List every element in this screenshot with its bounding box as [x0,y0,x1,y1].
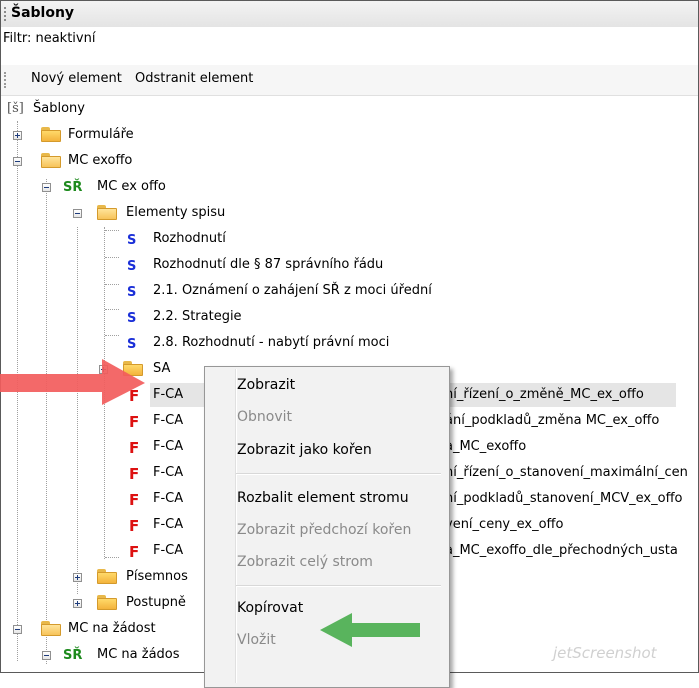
f-form-icon: F [129,465,140,483]
filter-status: Filtr: neaktivní [3,31,96,46]
tree-label: F-CA [153,465,184,480]
red-arrow-shape [0,359,145,405]
tree-label-suffix: ní_řízení_o_změně_MC_ex_offo [442,383,647,407]
tree-label-suffix: vení_ceny_ex_offo [445,517,564,532]
tree-label: F-CA [153,517,184,532]
collapse-icon[interactable] [42,183,51,192]
tree-label-suffix: ní_podkladů_stanovení_MCV_ex_offo [445,491,683,506]
tree-label: 2.1. Oznámení o zahájení SŘ z moci úředn… [153,283,432,298]
tree-node-s-item[interactable]: S 2.8. Rozhodnutí - nabytí právní moci [1,331,601,355]
s-document-icon: S [127,233,137,248]
menu-item-kopirovat[interactable]: Kopírovat [237,600,303,616]
titlebar-grip[interactable] [4,7,8,21]
tree-label: Postupně [126,595,186,610]
tree-label: Písemnos [126,569,188,584]
f-form-icon: F [129,439,140,457]
tree-label: F-CA [153,491,184,506]
tree-node-s-item[interactable]: S Rozhodnutí [1,227,601,251]
remove-element-button[interactable]: Odstranit element [135,71,253,86]
s-document-icon: S [127,311,137,326]
tree-node-mc-exoffo[interactable]: MC exoffo [1,149,301,173]
watermark: jetScreenshot [553,644,657,662]
menu-item-cely-strom[interactable]: Zobrazit celý strom [237,554,373,570]
s-document-icon: S [127,337,137,352]
tree-label: 2.8. Rozhodnutí - nabytí právní moci [153,335,390,350]
red-arrow-annotation [0,359,145,405]
tree-label-suffix: a_MC_exoffo_dle_přechodných_usta [445,543,678,558]
sr-procedure-icon: SŘ [63,648,83,663]
tree-label-suffix: ání_podkladů_změna MC_ex_offo [445,413,660,428]
tree-label: SA [153,361,171,376]
tree-label: Rozhodnutí dle § 87 správního řádu [153,257,384,272]
f-form-icon: F [129,413,140,431]
tree-label: F-CA [153,543,184,558]
folder-icon [97,595,117,610]
sr-procedure-icon: SŘ [63,180,83,195]
green-arrow-annotation [320,613,420,647]
menu-separator [236,473,441,475]
menu-item-predchozi-koren[interactable]: Zobrazit předchozí kořen [237,522,411,538]
tree-label: MC exoffo [68,153,133,168]
menu-item-obnovit[interactable]: Obnovit [237,409,292,425]
expand-icon[interactable] [73,573,82,582]
f-form-icon: F [129,543,140,561]
panel-titlebar: Šablony [1,1,698,28]
menu-item-zobrazit-jako-koren[interactable]: Zobrazit jako kořen [237,442,372,458]
folder-open-icon [41,621,61,636]
new-element-button[interactable]: Nový element [31,71,122,86]
expand-icon[interactable] [73,599,82,608]
templates-root-icon: [š] [7,101,24,116]
toolbar: Nový element Odstranit element [1,65,698,96]
tree-label: F-CA [153,413,184,428]
tree-label-suffix: ní_řízení_o_stanovení_maximální_cen [445,465,688,480]
tree-node-s-item[interactable]: S 2.2. Strategie [1,305,601,329]
s-document-icon: S [127,259,137,274]
collapse-icon[interactable] [42,651,51,660]
filter-bar: Filtr: neaktivní [1,27,698,65]
tree-label: MC ex offo [97,179,166,194]
tree-node-s-item[interactable]: S Rozhodnutí dle § 87 správního řádu [1,253,601,277]
tree-label: Rozhodnutí [153,231,226,246]
tree-node-s-item[interactable]: S 2.1. Oznámení o zahájení SŘ z moci úře… [1,279,601,303]
tree-label: Šablony [33,101,85,116]
tree-label: 2.2. Strategie [153,309,242,324]
tree-label: F-CA [153,439,184,454]
f-form-icon: F [129,517,140,535]
f-form-icon: F [129,491,140,509]
folder-icon [41,127,61,142]
collapse-icon[interactable] [73,209,82,218]
menu-item-zobrazit[interactable]: Zobrazit [237,377,295,393]
tree-label: Formuláře [68,127,134,142]
folder-open-icon [97,205,117,220]
s-document-icon: S [127,285,137,300]
folder-open-icon [41,153,61,168]
tree-label: Elementy spisu [126,205,226,220]
tree-label: MC na žádost [68,621,156,636]
green-arrow-shape [320,613,420,647]
collapse-icon[interactable] [13,157,22,166]
tree-node-formulare[interactable]: Formuláře [1,123,301,147]
menu-item-vlozit[interactable]: Vložit [237,632,276,648]
expand-icon[interactable] [13,131,22,140]
tree-label: MC na žádos [97,647,180,662]
menu-separator [236,585,441,587]
tree-node-elementy-spisu[interactable]: Elementy spisu [1,201,301,225]
folder-icon [97,569,117,584]
toolbar-grip[interactable] [4,72,6,88]
panel-title: Šablony [11,5,75,21]
tree-label-suffix: a_MC_exoffo [445,439,527,454]
menu-item-rozbalit[interactable]: Rozbalit element stromu [237,490,409,506]
collapse-icon[interactable] [13,625,22,634]
tree-node-mc-ex-offo[interactable]: SŘ MC ex offo [1,175,301,199]
